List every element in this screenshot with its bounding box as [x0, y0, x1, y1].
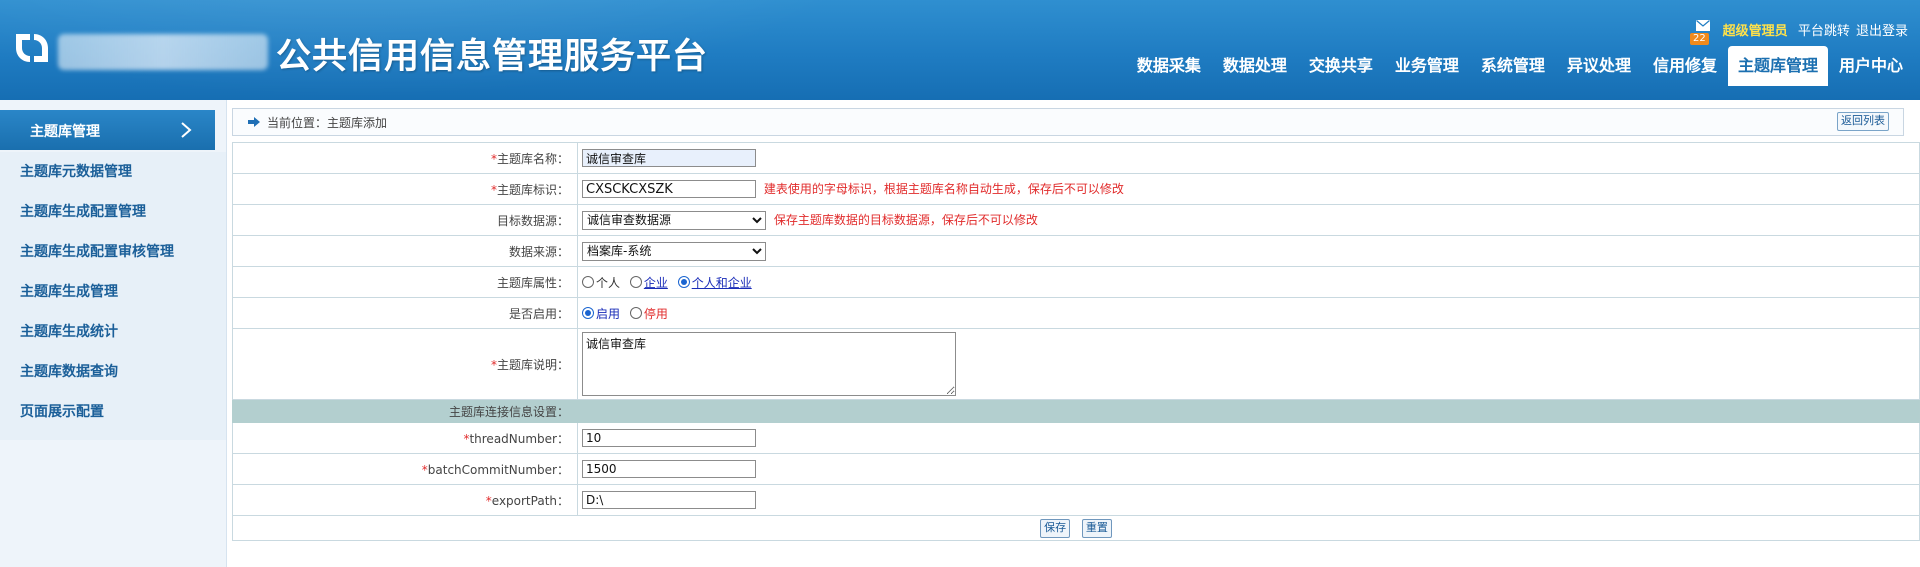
mail-count-badge: 22 [1690, 33, 1709, 45]
code-input[interactable] [582, 180, 756, 199]
target-datasource-select[interactable]: 诚信审查数据源 [582, 210, 766, 230]
logo-icon [16, 34, 48, 62]
target-datasource-hint: 保存主题库数据的目标数据源，保存后不可以修改 [773, 212, 1038, 227]
nav-item-user-center[interactable]: 用户中心 [1828, 46, 1914, 86]
data-source-label: 数据来源： [232, 235, 578, 267]
form-row-description: *主题库说明： 诚信审查库 [232, 328, 1920, 400]
form-section-connection: 主题库连接信息设置： [232, 399, 1920, 423]
sidebar-heading-label: 主题库管理 [30, 124, 100, 140]
breadcrumb-text: 当前位置：主题库添加 [267, 116, 388, 130]
radio-personal-label[interactable]: 个人 [596, 276, 620, 290]
radio-personal-and-enterprise[interactable] [677, 276, 690, 288]
radio-enable[interactable] [582, 307, 594, 319]
form-row-name: *主题库名称： [232, 142, 1920, 174]
radio-enable-label[interactable]: 启用 [596, 307, 620, 321]
form-row-data-source: 数据来源： 档案库-系统 [232, 235, 1920, 267]
nav-item-exchange-share[interactable]: 交换共享 [1298, 46, 1384, 86]
sidebar-menu: 主题库元数据管理 主题库生成配置管理 主题库生成配置审核管理 主题库生成管理 主… [0, 152, 226, 440]
theme-library-form: *主题库名称： *主题库标识： 建表使用的字母标识，根据主题库名称自动生成，保存… [232, 142, 1920, 541]
radio-disable-label[interactable]: 停用 [644, 307, 668, 321]
nav-item-theme-library[interactable]: 主题库管理 [1727, 46, 1828, 86]
radio-personal[interactable] [582, 276, 594, 288]
thread-number-input[interactable] [582, 429, 756, 447]
form-row-enabled: 是否启用： 启用 停用 [232, 297, 1920, 329]
app-title: 公共信用信息管理服务平台 [276, 37, 709, 77]
sidebar-item-generation-management[interactable]: 主题库生成管理 [0, 272, 226, 312]
attribute-label: 主题库属性： [232, 266, 578, 298]
radio-enterprise[interactable] [629, 276, 642, 288]
sidebar-heading[interactable]: 主题库管理 [0, 110, 215, 150]
sidebar-item-generation-config-review[interactable]: 主题库生成配置审核管理 [0, 232, 226, 272]
sidebar-item-generation-config[interactable]: 主题库生成配置管理 [0, 192, 226, 232]
reset-button[interactable]: 重置 [1081, 518, 1112, 538]
name-label: *主题库名称： [232, 142, 578, 174]
export-path-label: *exportPath： [232, 484, 578, 516]
platform-jump-link[interactable]: 平台跳转 [1798, 24, 1850, 39]
chevron-right-icon [181, 122, 192, 138]
code-hint: 建表使用的字母标识，根据主题库名称自动生成，保存后不可以修改 [763, 181, 1124, 196]
mail-icon[interactable] [1696, 20, 1710, 31]
code-label: *主题库标识： [232, 173, 578, 205]
form-row-batch-commit-number: *batchCommitNumber： [232, 453, 1920, 485]
batch-commit-number-label: *batchCommitNumber： [232, 453, 578, 485]
name-input[interactable] [582, 149, 756, 167]
thread-number-label: *threadNumber： [232, 422, 578, 454]
sidebar-item-page-display-config[interactable]: 页面展示配置 [0, 392, 226, 432]
save-button[interactable]: 保存 [1040, 518, 1071, 538]
form-row-code: *主题库标识： 建表使用的字母标识，根据主题库名称自动生成，保存后不可以修改 [232, 173, 1920, 205]
radio-enterprise-label[interactable]: 企业 [644, 276, 668, 290]
form-buttons-row: 保存 重置 [232, 515, 1920, 541]
user-area: 超级管理员 平台跳转 退出登录 [1719, 20, 1908, 39]
form-row-attribute: 主题库属性： 个人 企业 个人和企业 [232, 266, 1920, 298]
logo-organization-name-blurred [58, 34, 268, 70]
enabled-label: 是否启用： [232, 297, 578, 329]
main-nav: 数据采集 数据处理 交换共享 业务管理 系统管理 异议处理 信用修复 主题库管理… [1126, 46, 1914, 86]
nav-item-system-management[interactable]: 系统管理 [1470, 46, 1556, 86]
back-to-list-button[interactable]: 返回列表 [1837, 112, 1889, 131]
radio-disable[interactable] [629, 307, 642, 319]
form-row-thread-number: *threadNumber： [232, 422, 1920, 454]
target-datasource-label: 目标数据源： [232, 204, 578, 236]
connection-section-title: 主题库连接信息设置： [232, 399, 578, 423]
description-label: *主题库说明： [232, 328, 578, 400]
form-row-target-datasource: 目标数据源： 诚信审查数据源 保存主题库数据的目标数据源，保存后不可以修改 [232, 204, 1920, 236]
description-textarea[interactable]: 诚信审查库 [582, 332, 956, 396]
data-source-select[interactable]: 档案库-系统 [582, 241, 766, 261]
sidebar: 主题库管理 主题库元数据管理 主题库生成配置管理 主题库生成配置审核管理 主题库… [0, 100, 227, 567]
nav-item-business-management[interactable]: 业务管理 [1384, 46, 1470, 86]
sidebar-item-generation-statistics[interactable]: 主题库生成统计 [0, 312, 226, 352]
radio-personal-and-enterprise-label[interactable]: 个人和企业 [692, 276, 752, 290]
sidebar-item-metadata-management[interactable]: 主题库元数据管理 [0, 152, 226, 192]
nav-item-credit-repair[interactable]: 信用修复 [1642, 46, 1728, 86]
nav-item-data-processing[interactable]: 数据处理 [1212, 46, 1298, 86]
nav-item-data-collection[interactable]: 数据采集 [1126, 46, 1212, 86]
arrow-right-icon [248, 117, 260, 127]
logout-link[interactable]: 退出登录 [1856, 24, 1908, 39]
sidebar-item-data-query[interactable]: 主题库数据查询 [0, 352, 226, 392]
batch-commit-number-input[interactable] [582, 460, 756, 478]
breadcrumb: 当前位置：主题库添加 返回列表 [232, 108, 1904, 136]
user-role: 超级管理员 [1722, 24, 1788, 39]
top-header: 公共信用信息管理服务平台 22 超级管理员 平台跳转 退出登录 数据采集 数据处… [0, 0, 1920, 100]
nav-item-objection-handling[interactable]: 异议处理 [1556, 46, 1642, 86]
form-row-export-path: *exportPath： [232, 484, 1920, 516]
export-path-input[interactable] [582, 491, 756, 509]
